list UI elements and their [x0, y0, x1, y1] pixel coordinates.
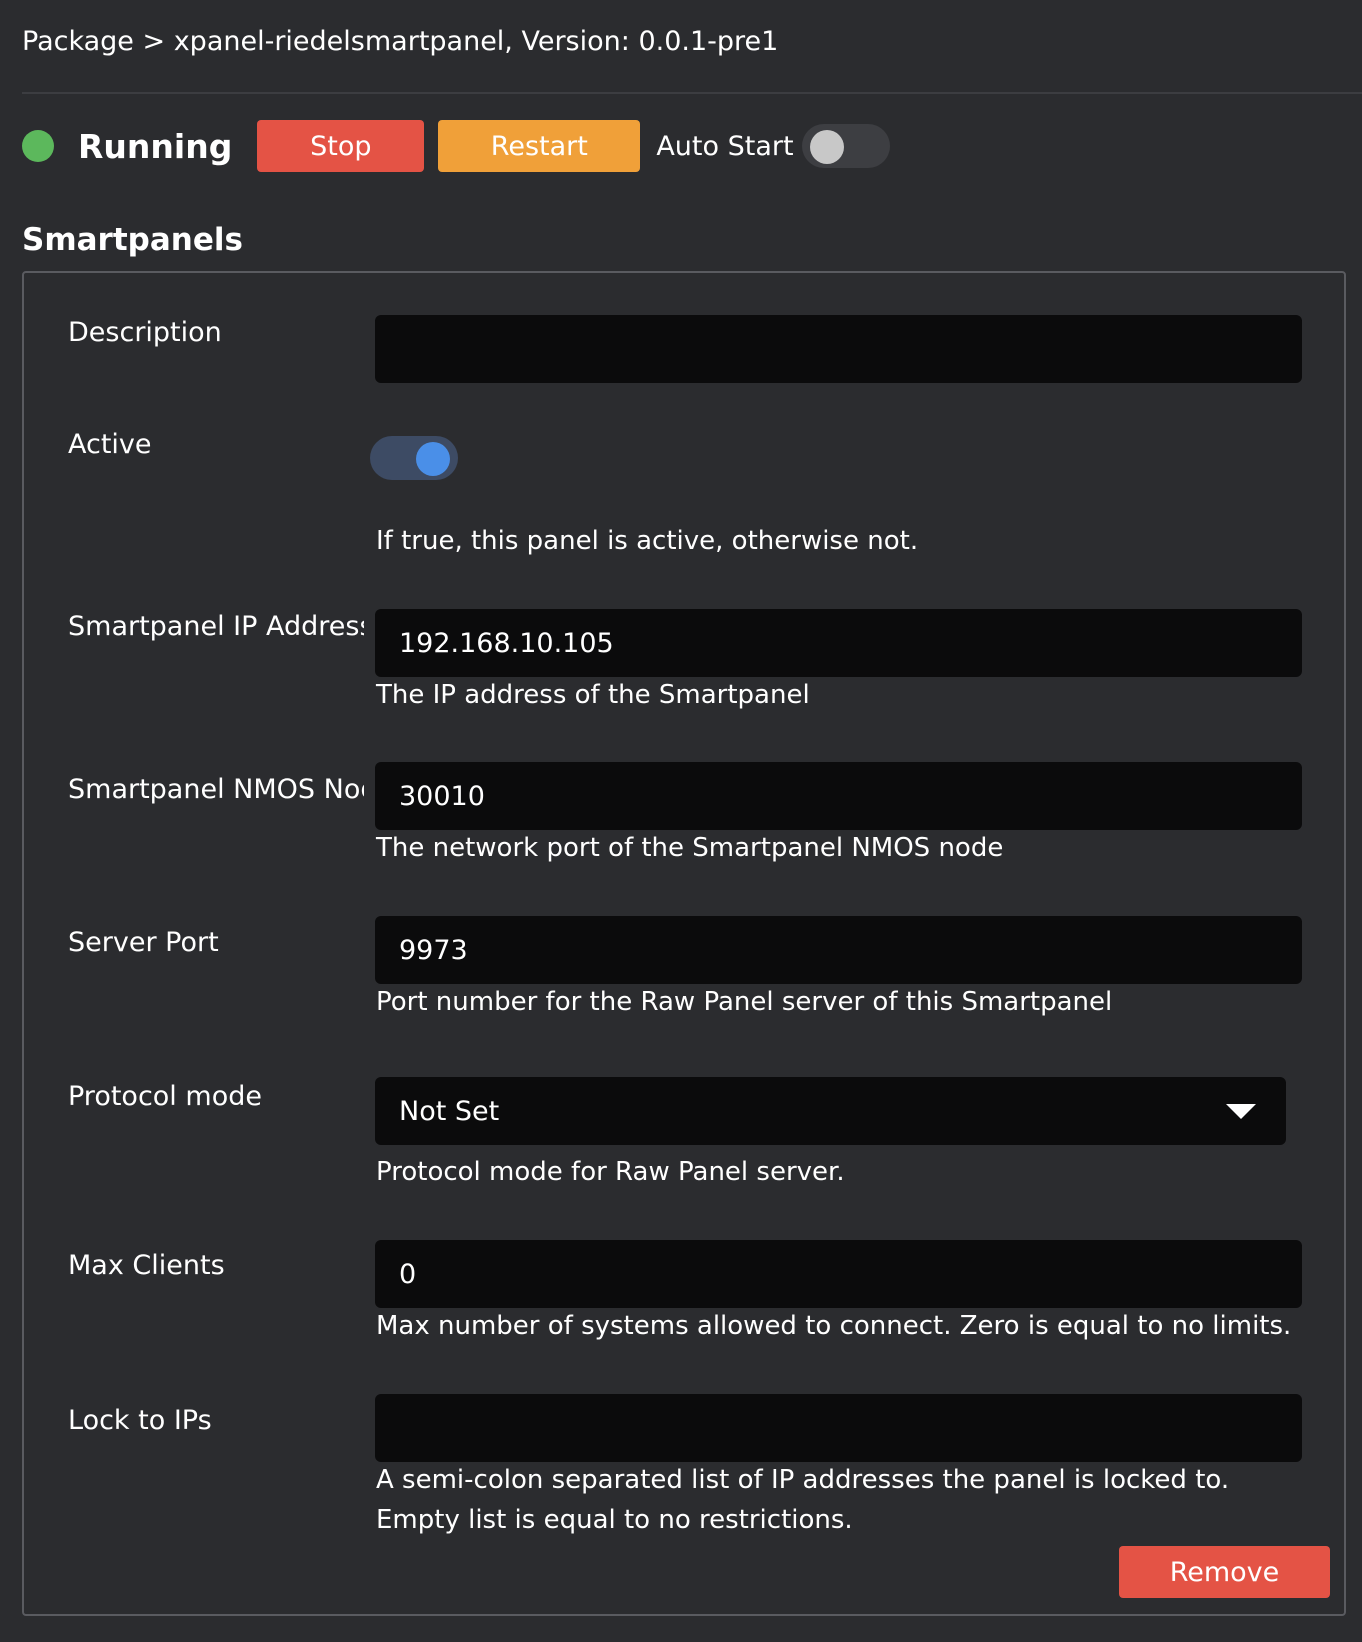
- description-input[interactable]: [375, 315, 1302, 383]
- smartpanel-card: Description Active If true, this panel i…: [22, 271, 1346, 1616]
- ip-address-label: Smartpanel IP Address: [68, 611, 364, 642]
- toggle-knob-icon: [809, 130, 844, 164]
- max-clients-label: Max Clients: [68, 1250, 225, 1281]
- active-label: Active: [68, 429, 152, 460]
- status-text: Running: [78, 126, 233, 166]
- protocol-mode-help: Protocol mode for Raw Panel server.: [376, 1157, 845, 1187]
- description-label: Description: [68, 317, 222, 348]
- lock-ips-help: A semi-colon separated list of IP addres…: [376, 1465, 1230, 1535]
- active-help: If true, this panel is active, otherwise…: [376, 526, 919, 556]
- package-page: Package > xpanel-riedelsmartpanel, Versi…: [0, 0, 1362, 1642]
- section-title: Smartpanels: [22, 222, 243, 258]
- protocol-mode-label: Protocol mode: [68, 1081, 262, 1112]
- remove-button[interactable]: Remove: [1119, 1546, 1330, 1598]
- lock-ips-input[interactable]: [375, 1394, 1302, 1462]
- restart-button[interactable]: Restart: [438, 120, 641, 172]
- active-toggle[interactable]: [370, 436, 458, 480]
- breadcrumb: Package > xpanel-riedelsmartpanel, Versi…: [22, 26, 779, 57]
- auto-start-label: Auto Start: [656, 130, 794, 162]
- protocol-mode-select[interactable]: Not Set: [375, 1077, 1286, 1145]
- server-port-input[interactable]: [375, 916, 1302, 984]
- toggle-knob-icon: [416, 442, 450, 476]
- server-port-label: Server Port: [68, 927, 219, 958]
- nmos-port-help: The network port of the Smartpanel NMOS …: [376, 833, 1004, 863]
- ip-address-input[interactable]: [375, 609, 1302, 677]
- ip-address-help: The IP address of the Smartpanel: [376, 680, 810, 710]
- lock-ips-label: Lock to IPs: [68, 1405, 212, 1436]
- protocol-mode-value: Not Set: [399, 1095, 500, 1127]
- status-bar: Running Stop Restart Auto Start: [22, 119, 890, 173]
- server-port-help: Port number for the Raw Panel server of …: [376, 987, 1113, 1017]
- stop-button[interactable]: Stop: [257, 120, 425, 172]
- max-clients-input[interactable]: [375, 1240, 1302, 1308]
- nmos-port-label: Smartpanel NMOS Node Port: [68, 774, 364, 805]
- nmos-port-input[interactable]: [375, 762, 1302, 830]
- auto-start-toggle[interactable]: [801, 124, 890, 168]
- running-status-icon: [22, 130, 54, 162]
- header-divider: [22, 92, 1362, 94]
- max-clients-help: Max number of systems allowed to connect…: [376, 1311, 1292, 1341]
- chevron-down-icon: [1226, 1103, 1256, 1119]
